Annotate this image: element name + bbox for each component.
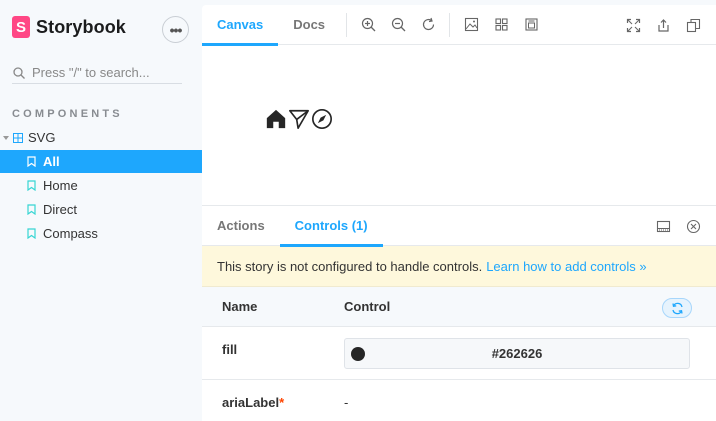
controls-notice: This story is not configured to handle c… bbox=[202, 246, 716, 287]
background-button[interactable] bbox=[456, 10, 486, 40]
sidebar-item-all[interactable]: All bbox=[0, 150, 202, 173]
required-marker: * bbox=[279, 395, 285, 410]
addon-tabs: Actions Controls (1) bbox=[202, 206, 716, 247]
prop-name-text: ariaLabel bbox=[222, 395, 280, 410]
preview-icons bbox=[265, 108, 334, 130]
column-name: Name bbox=[222, 299, 258, 314]
prop-name: ariaLabel* bbox=[222, 395, 284, 410]
fullscreen-icon bbox=[626, 18, 640, 32]
close-icon bbox=[686, 219, 700, 233]
learn-controls-link[interactable]: Learn how to add controls » bbox=[486, 259, 646, 274]
zoom-out-icon bbox=[391, 17, 406, 32]
addons-panel: Actions Controls (1) This story is not c… bbox=[202, 205, 716, 421]
share-icon bbox=[657, 18, 669, 32]
direct-icon[interactable] bbox=[288, 108, 310, 130]
color-value: #262626 bbox=[491, 346, 543, 361]
menu-button[interactable]: ••• bbox=[162, 16, 189, 43]
grid-icon bbox=[494, 18, 508, 31]
sidebar-item-label: Home bbox=[43, 178, 78, 193]
tree-group-svg[interactable]: SVG bbox=[0, 126, 202, 149]
component-icon bbox=[13, 132, 23, 143]
tree-group-label: SVG bbox=[28, 130, 56, 145]
fullscreen-button[interactable] bbox=[618, 10, 648, 40]
panel-position-button[interactable] bbox=[648, 214, 678, 238]
tab-canvas[interactable]: Canvas bbox=[202, 5, 279, 46]
zoom-in-button[interactable] bbox=[353, 10, 383, 40]
section-title: COMPONENTS bbox=[12, 108, 123, 120]
tab-controls[interactable]: Controls (1) bbox=[279, 206, 383, 247]
outline-button[interactable] bbox=[516, 10, 546, 40]
sidebar-item-label: Compass bbox=[43, 226, 98, 241]
outline-icon bbox=[524, 18, 538, 31]
zoom-reset-button[interactable] bbox=[413, 10, 443, 40]
bookmark-icon bbox=[27, 156, 36, 167]
brand-title: Storybook bbox=[36, 16, 126, 37]
search-placeholder: Press "/" to search... bbox=[32, 65, 150, 80]
toolbar: Canvas Docs bbox=[202, 5, 716, 46]
sidebar: S Storybook ••• Press "/" to search... C… bbox=[0, 0, 202, 421]
grid-button[interactable] bbox=[486, 10, 516, 40]
table-row: ariaLabel* - bbox=[202, 380, 716, 421]
share-button[interactable] bbox=[648, 10, 678, 40]
toolbar-right bbox=[618, 10, 708, 40]
controls-table-header: Name Control bbox=[202, 287, 716, 327]
sidebar-item-compass[interactable]: Compass bbox=[0, 222, 202, 245]
color-picker-field[interactable]: #262626 bbox=[344, 338, 690, 369]
search-input[interactable]: Press "/" to search... bbox=[12, 62, 182, 84]
reset-controls-button[interactable] bbox=[662, 298, 692, 318]
addon-tools bbox=[648, 214, 708, 238]
sidebar-item-label: All bbox=[43, 154, 60, 169]
canvas-preview bbox=[202, 46, 716, 205]
prop-name: fill bbox=[222, 342, 238, 357]
bookmark-icon bbox=[27, 228, 36, 239]
bookmark-icon bbox=[27, 180, 36, 191]
main-panel: Canvas Docs Actions Controls (1) This st… bbox=[202, 5, 716, 421]
brand[interactable]: S Storybook bbox=[12, 16, 126, 38]
home-icon[interactable] bbox=[265, 108, 287, 130]
toolbar-divider bbox=[449, 12, 451, 37]
sidebar-item-direct[interactable]: Direct bbox=[0, 198, 202, 221]
storybook-logo-icon: S bbox=[12, 16, 30, 38]
column-control: Control bbox=[344, 299, 391, 314]
bookmark-icon bbox=[27, 204, 36, 215]
notice-text: This story is not configured to handle c… bbox=[217, 258, 483, 274]
chevron-down-icon bbox=[3, 135, 9, 140]
zoom-reset-icon bbox=[422, 17, 434, 31]
copy-link-button[interactable] bbox=[678, 10, 708, 40]
sidebar-item-label: Direct bbox=[43, 202, 77, 217]
tab-actions[interactable]: Actions bbox=[202, 206, 280, 246]
copy-link-icon bbox=[686, 18, 700, 32]
panel-position-icon bbox=[656, 220, 670, 232]
table-row: fill #262626 bbox=[202, 327, 716, 380]
control-empty-value: - bbox=[344, 395, 349, 410]
refresh-icon bbox=[671, 302, 683, 314]
ellipsis-icon: ••• bbox=[169, 21, 183, 38]
background-icon bbox=[464, 17, 478, 32]
zoom-out-button[interactable] bbox=[383, 10, 413, 40]
compass-icon[interactable] bbox=[311, 108, 333, 130]
search-icon bbox=[13, 66, 25, 79]
zoom-in-icon bbox=[361, 17, 376, 32]
close-panel-button[interactable] bbox=[678, 214, 708, 238]
sidebar-item-home[interactable]: Home bbox=[0, 174, 202, 197]
tab-docs[interactable]: Docs bbox=[278, 5, 340, 45]
toolbar-divider bbox=[346, 12, 348, 37]
